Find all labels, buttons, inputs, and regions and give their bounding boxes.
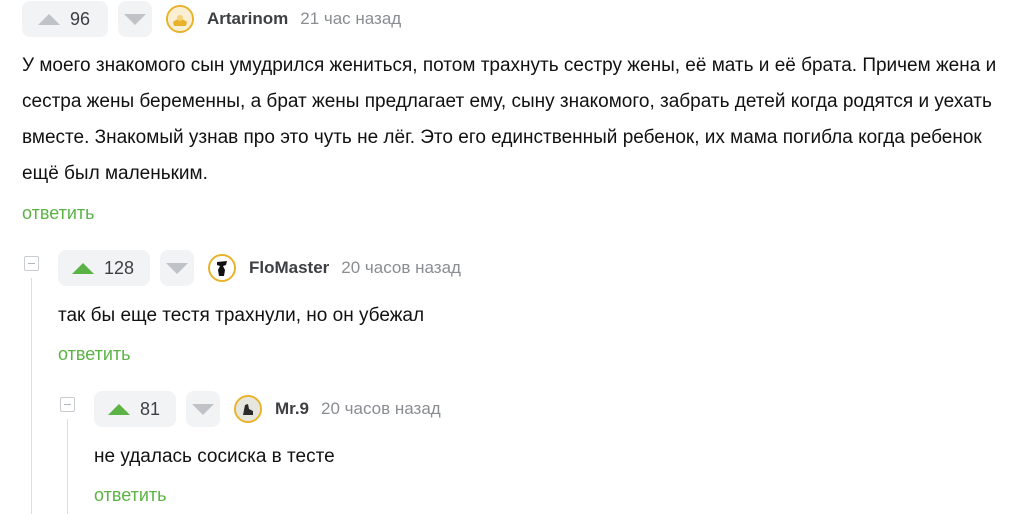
comment-author[interactable]: Mr.9	[275, 399, 309, 419]
downvote-button[interactable]	[118, 1, 152, 37]
comment-score: 128	[103, 257, 135, 278]
comment-score: 96	[69, 8, 91, 29]
upvote-button[interactable]: 128	[58, 250, 150, 286]
downvote-button[interactable]	[186, 391, 220, 427]
comment-text: У моего знакомого сын умудрился жениться…	[22, 55, 997, 184]
comment-header: 81 Mr.9 20 часов назад	[94, 391, 441, 427]
collapse-thread-button[interactable]	[60, 397, 75, 412]
comment-text: так бы еще тестя трахнули, но он убежал	[58, 305, 425, 326]
downvote-icon	[124, 13, 146, 25]
reply-button[interactable]: ответить	[22, 203, 95, 224]
reply-button[interactable]: ответить	[94, 485, 167, 506]
reply-button[interactable]: ответить	[58, 344, 131, 365]
avatar[interactable]	[234, 395, 262, 423]
comment-time[interactable]: 20 часов назад	[341, 258, 461, 278]
comment-header: 128 FloMaster 20 часов назад	[58, 250, 461, 286]
thread-branch-line[interactable]	[67, 419, 68, 514]
comment-time[interactable]: 20 часов назад	[321, 399, 441, 419]
comment-score: 81	[139, 398, 161, 419]
downvote-button[interactable]	[160, 250, 194, 286]
upvote-icon	[37, 13, 60, 25]
comment-author[interactable]: FloMaster	[249, 258, 329, 278]
thread-branch-line[interactable]	[31, 278, 32, 514]
comment-time[interactable]: 21 час назад	[300, 9, 401, 29]
upvote-icon	[107, 403, 130, 415]
avatar[interactable]	[208, 254, 236, 282]
comment-header: 96 Artarinom 21 час назад	[22, 1, 401, 37]
comment-text: не удалась сосиска в тесте	[94, 446, 335, 467]
avatar[interactable]	[166, 5, 194, 33]
downvote-icon	[192, 403, 214, 415]
downvote-icon	[166, 262, 188, 274]
upvote-button[interactable]: 81	[94, 391, 176, 427]
upvote-button[interactable]: 96	[22, 1, 108, 37]
collapse-thread-button[interactable]	[24, 256, 39, 271]
upvote-icon	[71, 262, 94, 274]
comment-author[interactable]: Artarinom	[207, 9, 288, 29]
